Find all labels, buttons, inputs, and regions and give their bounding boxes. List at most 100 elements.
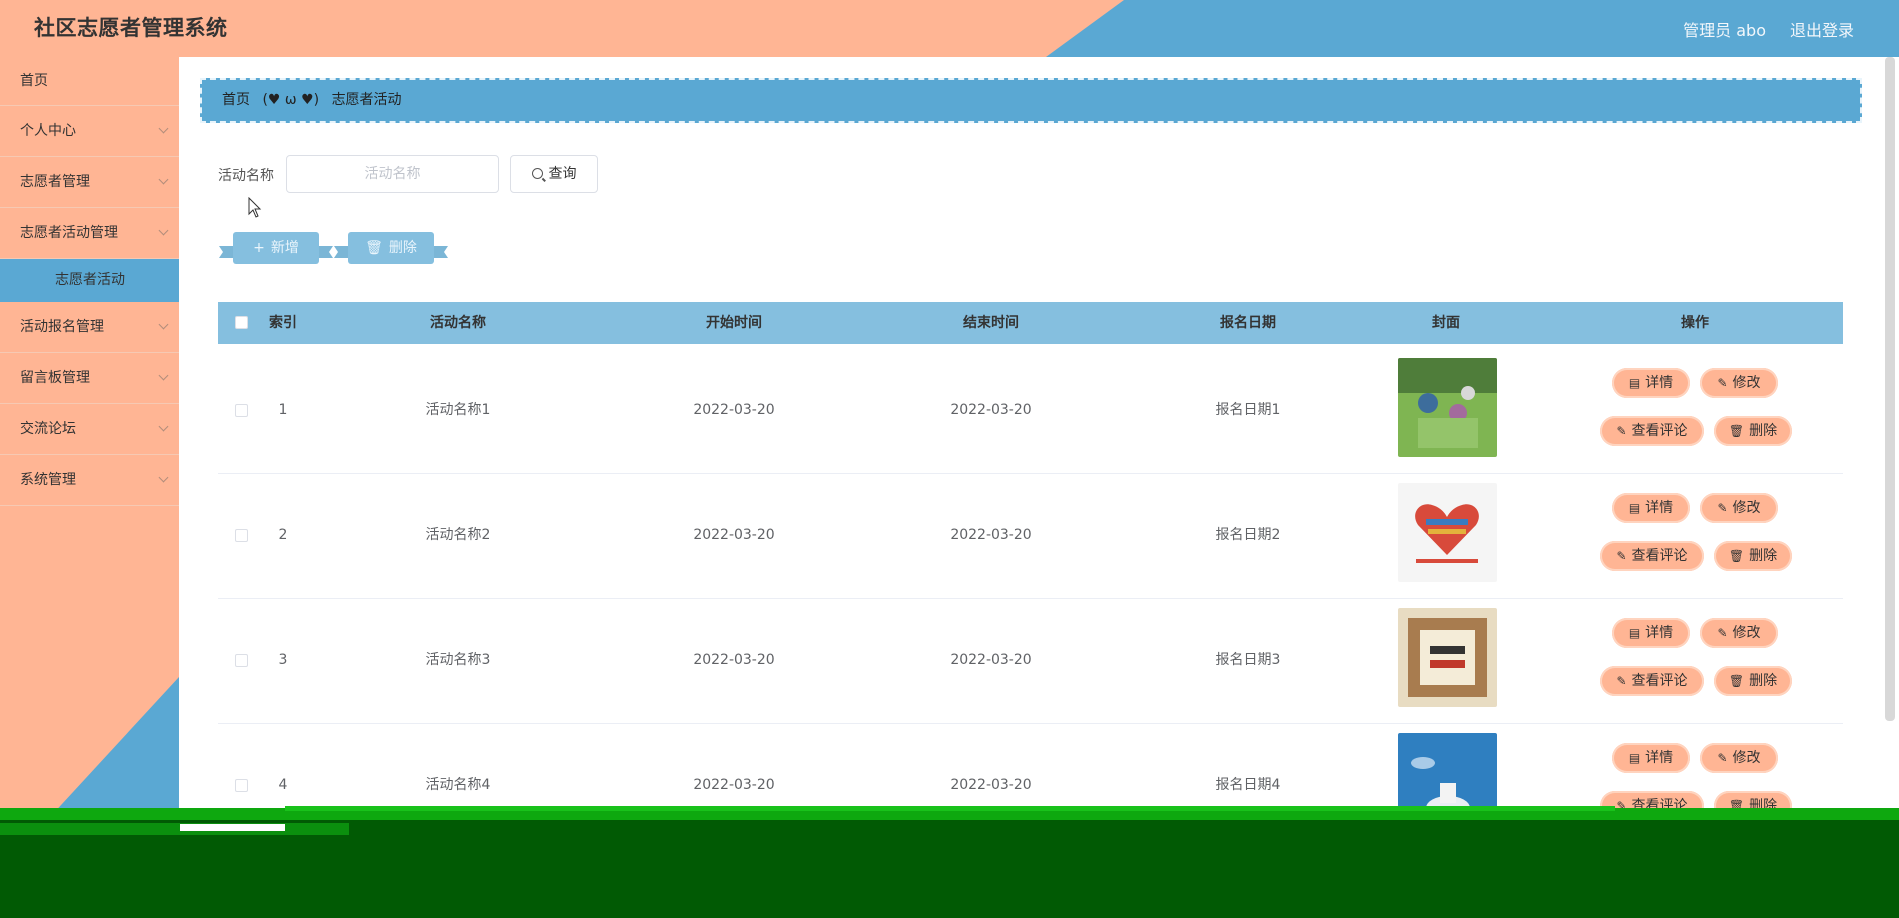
current-user: 管理员 abo (1683, 21, 1766, 40)
search-label: 活动名称 (218, 168, 274, 184)
trash-icon: 🗑 (1728, 424, 1745, 438)
edit-pencil-icon: ✎ (1717, 501, 1728, 515)
cell-start-time: 2022-03-20 (693, 402, 775, 418)
sidebar-item-message-board[interactable]: 留言板管理 (0, 353, 179, 404)
breadcrumb-separator: (♥ ω ♥) (262, 92, 320, 108)
sidebar-item-label: 个人中心 (20, 123, 76, 139)
cell-name: 活动名称2 (425, 527, 491, 543)
sidebar-item-activity-management[interactable]: 志愿者活动管理 (0, 208, 179, 259)
chevron-down-icon (158, 319, 169, 330)
sidebar-item-forum[interactable]: 交流论坛 (0, 404, 179, 455)
cell-signup-date: 报名日期3 (1215, 652, 1281, 668)
add-button[interactable]: + 新增 (233, 232, 319, 264)
document-icon: ▤ (1628, 501, 1641, 515)
logout-link[interactable]: 退出登录 (1790, 17, 1854, 41)
row-checkbox[interactable] (235, 404, 248, 417)
sidebar-item-label: 志愿者管理 (20, 174, 90, 190)
breadcrumb: 首页 (♥ ω ♥) 志愿者活动 (200, 78, 1862, 123)
edit-button-label: 修改 (1732, 500, 1761, 516)
video-glitch-stripe (180, 824, 285, 831)
detail-button-label: 详情 (1645, 500, 1674, 516)
delete-button-label: 删除 (388, 240, 417, 256)
breadcrumb-current: 志愿者活动 (331, 92, 402, 108)
cell-end-time: 2022-03-20 (950, 527, 1032, 543)
sidebar-item-home[interactable]: 首页 (0, 57, 179, 106)
edit-button[interactable]: ✎ 修改 (1700, 368, 1778, 398)
row-checkbox[interactable] (235, 529, 248, 542)
edit-pencil-icon: ✎ (1717, 376, 1728, 390)
vertical-scrollbar[interactable] (1885, 57, 1895, 721)
cell-name: 活动名称1 (425, 402, 491, 418)
view-comments-button[interactable]: ✎ 查看评论 (1600, 541, 1704, 571)
trash-icon: 🗑 (1728, 549, 1745, 563)
chevron-down-icon (158, 472, 169, 483)
chevron-down-icon (158, 421, 169, 432)
sidebar-item-system-management[interactable]: 系统管理 (0, 455, 179, 506)
sidebar-item-signup-management[interactable]: 活动报名管理 (0, 302, 179, 353)
col-header-cover: 封面 (1432, 315, 1460, 331)
col-header-start: 开始时间 (706, 315, 762, 331)
detail-button[interactable]: ▤ 详情 (1612, 618, 1690, 648)
view-comments-button[interactable]: ✎ 查看评论 (1600, 666, 1704, 696)
search-button[interactable]: 查询 (510, 155, 598, 193)
plus-icon: + (253, 240, 265, 256)
col-header-index: 索引 (269, 315, 297, 331)
video-glitch-stripe (0, 823, 349, 835)
delete-row-button-label: 删除 (1749, 673, 1778, 689)
cover-image (1398, 608, 1497, 707)
view-comments-button-label: 查看评论 (1631, 423, 1688, 439)
document-icon: ▤ (1628, 626, 1641, 640)
edit-button[interactable]: ✎ 修改 (1700, 743, 1778, 773)
breadcrumb-home[interactable]: 首页 (222, 92, 250, 108)
edit-pencil-icon: ✎ (1616, 549, 1627, 563)
detail-button[interactable]: ▤ 详情 (1612, 368, 1690, 398)
delete-row-button-label: 删除 (1749, 548, 1778, 564)
delete-button[interactable]: 🗑 删除 (348, 232, 434, 264)
sidebar-subitem-volunteer-activity[interactable]: 志愿者活动 (0, 259, 179, 302)
table-row: 2 活动名称2 2022-03-20 2022-03-20 报名日期2 ▤ 详情 … (218, 473, 1843, 599)
edit-pencil-icon: ✎ (1616, 424, 1627, 438)
view-comments-button-label: 查看评论 (1631, 673, 1688, 689)
edit-pencil-icon: ✎ (1616, 674, 1627, 688)
detail-button-label: 详情 (1645, 375, 1674, 391)
detail-button-label: 详情 (1645, 625, 1674, 641)
delete-row-button[interactable]: 🗑 删除 (1714, 416, 1792, 446)
cell-signup-date: 报名日期2 (1215, 527, 1281, 543)
edit-button[interactable]: ✎ 修改 (1700, 493, 1778, 523)
document-icon: ▤ (1628, 751, 1641, 765)
chevron-down-icon (158, 225, 169, 236)
edit-button[interactable]: ✎ 修改 (1700, 618, 1778, 648)
trash-icon: 🗑 (365, 240, 383, 256)
detail-button[interactable]: ▤ 详情 (1612, 493, 1690, 523)
top-header: 社区志愿者管理系统 管理员 abo 退出登录 (0, 0, 1899, 57)
sidebar-item-personal-center[interactable]: 个人中心 (0, 106, 179, 157)
edit-button-label: 修改 (1732, 750, 1761, 766)
col-header-name: 活动名称 (430, 315, 486, 331)
col-header-signup: 报名日期 (1220, 315, 1276, 331)
row-checkbox[interactable] (235, 779, 248, 792)
document-icon: ▤ (1628, 376, 1641, 390)
chevron-down-icon (158, 370, 169, 381)
search-input[interactable] (286, 155, 499, 193)
sidebar-item-label: 志愿者活动管理 (20, 225, 118, 241)
delete-row-button[interactable]: 🗑 删除 (1714, 541, 1792, 571)
cell-name: 活动名称3 (425, 652, 491, 668)
view-comments-button-label: 查看评论 (1631, 548, 1688, 564)
view-comments-button[interactable]: ✎ 查看评论 (1600, 416, 1704, 446)
detail-button[interactable]: ▤ 详情 (1612, 743, 1690, 773)
search-button-label: 查询 (548, 166, 577, 182)
sidebar-item-volunteer-management[interactable]: 志愿者管理 (0, 157, 179, 208)
row-checkbox[interactable] (235, 654, 248, 667)
col-header-end: 结束时间 (963, 315, 1019, 331)
sidebar-item-label: 活动报名管理 (20, 319, 104, 335)
delete-row-button[interactable]: 🗑 删除 (1714, 666, 1792, 696)
trash-icon: 🗑 (1728, 674, 1745, 688)
sidebar-item-label: 留言板管理 (20, 370, 90, 386)
sidebar-item-label: 交流论坛 (20, 421, 76, 437)
detail-button-label: 详情 (1645, 750, 1674, 766)
select-all-checkbox[interactable] (235, 316, 248, 329)
cell-end-time: 2022-03-20 (950, 402, 1032, 418)
edit-pencil-icon: ✎ (1717, 626, 1728, 640)
video-glitch-stripe (285, 806, 1615, 811)
sidebar-item-label: 系统管理 (20, 472, 76, 488)
